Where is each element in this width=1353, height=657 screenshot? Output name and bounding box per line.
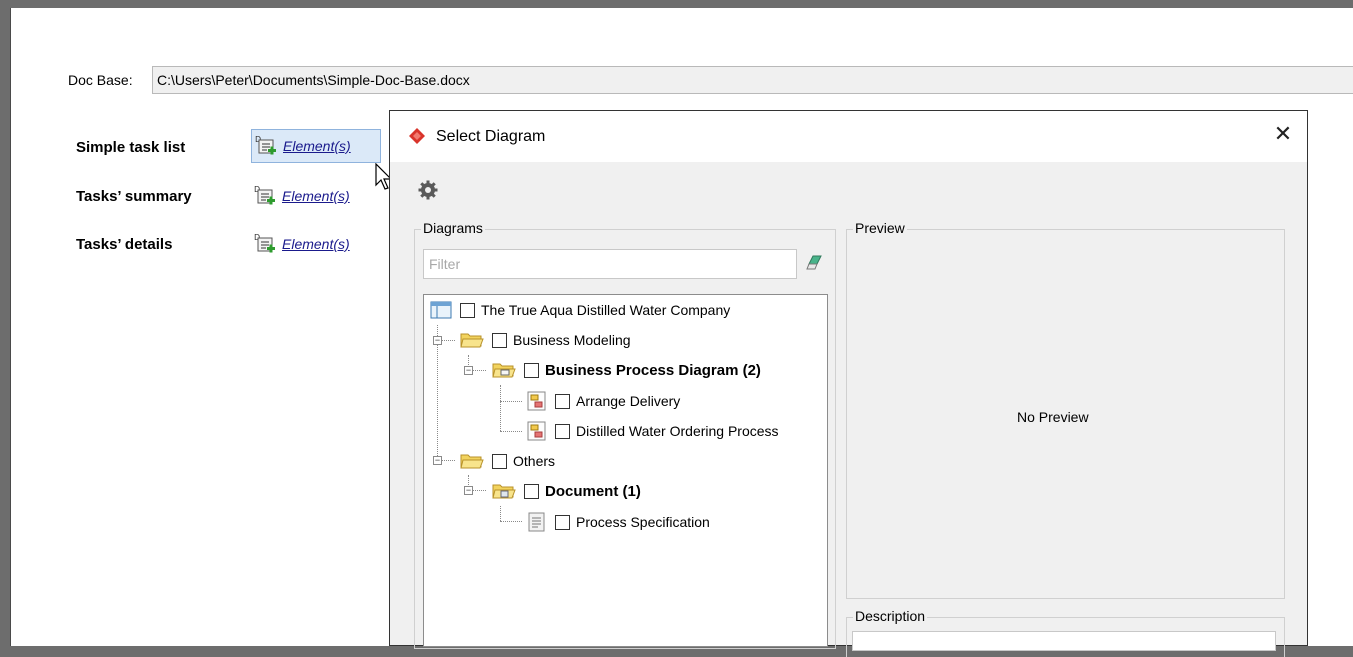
diagrams-group-title: Diagrams xyxy=(421,220,485,236)
diagram-folder-icon xyxy=(492,363,516,378)
dialog-titlebar: Select Diagram ✕ xyxy=(390,111,1307,162)
doc-base-label: Doc Base: xyxy=(68,72,133,88)
dialog-title: Select Diagram xyxy=(436,128,546,145)
tree-item-distilled-water-ordering[interactable]: Distilled Water Ordering Process xyxy=(527,419,779,443)
document-folder-icon xyxy=(492,484,516,499)
tree-item-arrange-delivery[interactable]: Arrange Delivery xyxy=(527,389,680,413)
doc-base-field[interactable]: C:\Users\Peter\Documents\Simple-Doc-Base… xyxy=(152,66,1353,94)
checkbox[interactable] xyxy=(524,362,539,378)
simple-task-list-element-button[interactable]: D Element(s) xyxy=(251,129,381,163)
checkbox[interactable] xyxy=(555,514,570,530)
folder-open-icon xyxy=(460,454,484,469)
no-preview-text: No Preview xyxy=(1017,409,1089,425)
checkbox[interactable] xyxy=(555,423,570,439)
filter-field[interactable] xyxy=(423,249,806,279)
document-icon xyxy=(528,512,545,532)
clear-filter-eraser-icon[interactable] xyxy=(805,254,825,272)
diagram-tree[interactable]: − − − − The True Aqua Distilled Water Co… xyxy=(423,294,828,647)
tasks-summary-label: Tasks’ summary xyxy=(76,188,192,205)
folder-open-icon xyxy=(460,333,484,348)
description-field[interactable] xyxy=(852,631,1276,651)
collapse-toggle[interactable]: − xyxy=(433,456,442,465)
app-logo-icon xyxy=(409,128,425,144)
tree-item-business-modeling[interactable]: Business Modeling xyxy=(460,328,631,352)
tasks-summary-element-button[interactable]: D Element(s) xyxy=(251,179,350,213)
collapse-toggle[interactable]: − xyxy=(433,336,442,345)
tree-item-project[interactable]: The True Aqua Distilled Water Company xyxy=(430,298,730,322)
project-icon xyxy=(430,301,452,319)
simple-task-list-label: Simple task list xyxy=(76,139,186,156)
collapse-toggle[interactable]: − xyxy=(464,366,473,375)
gear-icon[interactable] xyxy=(418,180,438,200)
element-list-icon: D xyxy=(254,233,276,255)
tree-item-label: Business Process Diagram (2) xyxy=(545,361,761,379)
tree-item-label: Document (1) xyxy=(545,482,641,500)
bpd-diagram-icon xyxy=(527,391,546,411)
simple-task-list-element-link[interactable]: Element(s) xyxy=(283,138,351,154)
collapse-toggle[interactable]: − xyxy=(464,486,473,495)
select-diagram-dialog: Select Diagram ✕ Diagrams Filter − − − −… xyxy=(389,110,1308,657)
checkbox[interactable] xyxy=(492,453,507,469)
preview-group-title: Preview xyxy=(853,220,907,236)
checkbox[interactable] xyxy=(460,302,475,318)
tasks-details-element-button[interactable]: D Element(s) xyxy=(251,227,350,261)
tree-item-document[interactable]: Document (1) xyxy=(492,479,641,503)
tasks-summary-element-link[interactable]: Element(s) xyxy=(282,188,350,204)
filter-input[interactable] xyxy=(424,250,806,278)
tasks-details-label: Tasks’ details xyxy=(76,236,173,253)
checkbox[interactable] xyxy=(492,332,507,348)
tasks-details-element-link[interactable]: Element(s) xyxy=(282,236,350,252)
tree-item-process-specification[interactable]: Process Specification xyxy=(527,510,710,534)
description-group-title: Description xyxy=(853,608,928,624)
tree-item-label: The True Aqua Distilled Water Company xyxy=(481,302,731,318)
element-list-icon: D xyxy=(255,135,277,157)
checkbox[interactable] xyxy=(555,393,570,409)
close-button[interactable]: ✕ xyxy=(1271,123,1295,147)
tree-item-label: Others xyxy=(513,453,556,469)
tree-item-label: Distilled Water Ordering Process xyxy=(576,423,779,439)
tree-item-label: Business Modeling xyxy=(513,332,631,348)
tree-item-label: Process Specification xyxy=(576,514,710,530)
tree-item-label: Arrange Delivery xyxy=(576,393,681,409)
checkbox[interactable] xyxy=(524,483,539,499)
tree-item-others[interactable]: Others xyxy=(460,449,555,473)
tree-item-business-process-diagram[interactable]: Business Process Diagram (2) xyxy=(492,358,761,382)
bpd-diagram-icon xyxy=(527,421,546,441)
element-list-icon: D xyxy=(254,185,276,207)
